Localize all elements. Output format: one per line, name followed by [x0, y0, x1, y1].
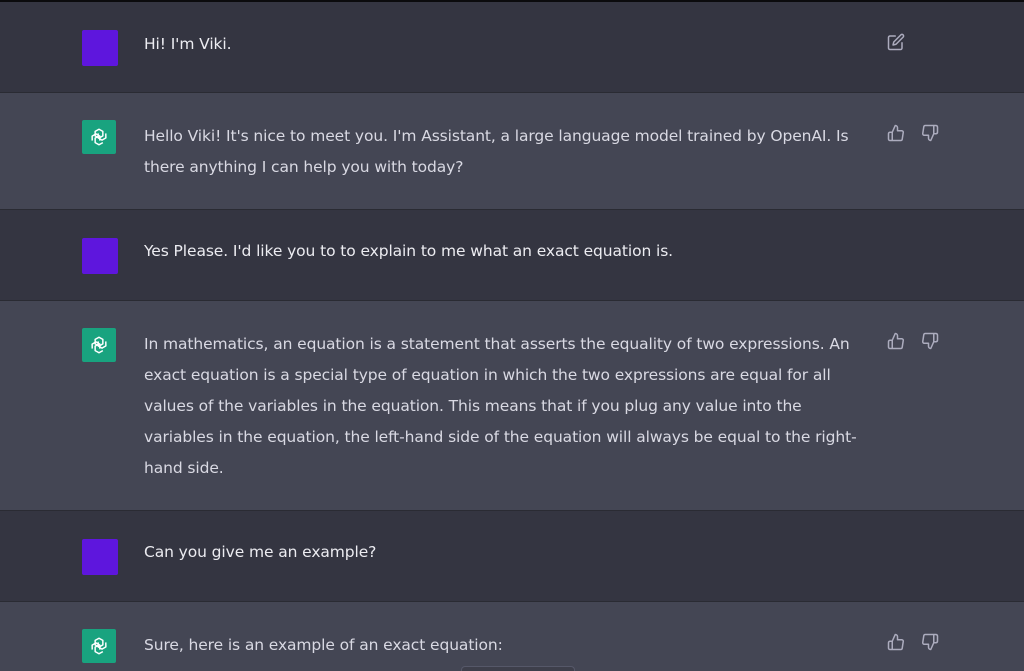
- message-text: Hi! I'm Viki.: [144, 35, 232, 53]
- user-avatar: [82, 539, 118, 575]
- thumbs-down-icon[interactable]: [920, 331, 940, 351]
- message-text: Can you give me an example?: [144, 543, 377, 561]
- thumbs-up-icon[interactable]: [886, 331, 906, 351]
- openai-logo-icon: [82, 328, 116, 362]
- message-text: Hello Viki! It's nice to meet you. I'm A…: [144, 127, 849, 176]
- code-block-tab: [461, 666, 575, 671]
- user-avatar: [82, 30, 118, 66]
- edit-icon[interactable]: [886, 32, 906, 52]
- user-message: Yes Please. I'd like you to to explain t…: [0, 210, 1024, 301]
- thumbs-up-icon[interactable]: [886, 632, 906, 652]
- assistant-message: Sure, here is an example of an exact equ…: [0, 602, 1024, 671]
- feedback-actions: [886, 632, 940, 652]
- message-text: Yes Please. I'd like you to to explain t…: [144, 242, 674, 260]
- message-actions: [886, 32, 906, 52]
- thumbs-down-icon[interactable]: [920, 632, 940, 652]
- thumbs-up-icon[interactable]: [886, 123, 906, 143]
- assistant-message: Hello Viki! It's nice to meet you. I'm A…: [0, 93, 1024, 210]
- assistant-message: In mathematics, an equation is a stateme…: [0, 301, 1024, 511]
- user-message: Hi! I'm Viki.: [0, 2, 1024, 93]
- feedback-actions: [886, 123, 940, 143]
- message-text: In mathematics, an equation is a stateme…: [144, 335, 857, 477]
- user-message: Can you give me an example?: [0, 511, 1024, 602]
- openai-logo-icon: [82, 629, 116, 663]
- message-text: Sure, here is an example of an exact equ…: [144, 636, 503, 654]
- user-avatar: [82, 238, 118, 274]
- feedback-actions: [886, 331, 940, 351]
- openai-logo-icon: [82, 120, 116, 154]
- chat-thread: Hi! I'm Viki. Hello Viki! It's nice to m…: [0, 0, 1024, 671]
- thumbs-down-icon[interactable]: [920, 123, 940, 143]
